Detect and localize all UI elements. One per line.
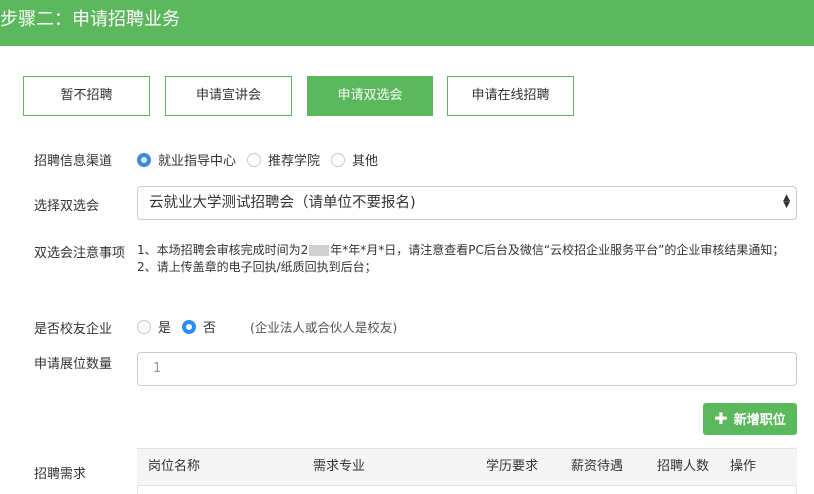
channel-label: 招聘信息渠道 (34, 154, 113, 169)
redaction-mask (309, 245, 330, 256)
radio-checked-icon[interactable] (137, 152, 151, 167)
notice-line-1-end: 年*年*月*日，请注意查看PC后台及微信“云校招企业服务平台”的企业审核结果通知… (330, 243, 785, 257)
channel-option-label: 推荐学院 (268, 154, 321, 169)
tab-online-recruit[interactable]: 申请在线招聘 (447, 76, 574, 116)
tab-job-fair[interactable]: 申请双选会 (307, 76, 433, 116)
booth-count-input[interactable]: 1 (137, 352, 797, 386)
column-header: 操作 (730, 459, 757, 474)
alumni-option-label: 是 (158, 321, 172, 336)
column-header: 需求专业 (313, 459, 366, 474)
channel-option-label: 就业指导中心 (158, 154, 237, 169)
alumni-option-label: 否 (203, 321, 217, 336)
radio-unchecked-icon[interactable] (137, 319, 151, 334)
alumni-label: 是否校友企业 (34, 322, 113, 337)
radio-unchecked-icon[interactable] (247, 152, 262, 167)
channel-option-college[interactable]: 推荐学院 (247, 150, 320, 169)
alumni-option-no[interactable]: 否 (182, 317, 216, 336)
alumni-radio-group: 是 否 (企业法人或合伙人是校友) (137, 317, 397, 336)
column-header: 招聘人数 (657, 459, 710, 474)
notice-line-1: 1、本场招聘会审核完成时间为2 年*年*月*日，请注意查看PC后台及微信“云校招企… (137, 242, 803, 259)
select-arrows-icon: ▲ ▼ (783, 193, 790, 210)
demand-table-body (137, 486, 797, 494)
tab-no-recruit[interactable]: 暂不招聘 (23, 76, 150, 116)
add-position-label: 新增职位 (733, 413, 786, 428)
add-position-button[interactable]: ✚ 新增职位 (703, 403, 797, 435)
column-header: 岗位名称 (148, 459, 201, 474)
page-header: 步骤二：申请招聘业务 (0, 0, 814, 46)
notice-line-1-start: 1、本场招聘会审核完成时间为2 (137, 243, 309, 257)
notice-text: 1、本场招聘会审核完成时间为2 年*年*月*日，请注意查看PC后台及微信“云校招企… (137, 242, 803, 276)
column-header: 薪资待遇 (571, 459, 624, 474)
notice-label: 双选会注意事项 (34, 246, 126, 261)
fair-select-label: 选择双选会 (34, 199, 100, 214)
radio-unchecked-icon[interactable] (331, 152, 346, 167)
channel-option-center[interactable]: 就业指导中心 (137, 150, 236, 169)
channel-option-label: 其他 (352, 154, 379, 169)
tab-presentation[interactable]: 申请宣讲会 (165, 76, 292, 116)
alumni-hint: (企业法人或合伙人是校友) (250, 320, 398, 335)
notice-line-2: 2、请上传盖章的电子回执/纸质回执到后台； (137, 260, 377, 274)
demand-table-header: 岗位名称 需求专业 学历要求 薪资待遇 招聘人数 操作 (137, 448, 797, 486)
channel-option-other[interactable]: 其他 (331, 150, 378, 169)
channel-radio-group: 就业指导中心 推荐学院 其他 (137, 150, 389, 169)
page-title: 步骤二：申请招聘业务 (0, 9, 180, 30)
plus-icon: ✚ (714, 409, 728, 428)
radio-checked-icon[interactable] (182, 319, 197, 334)
fair-select-value: 云就业大学测试招聘会（请单位不要报名) (149, 195, 416, 211)
column-header: 学历要求 (486, 459, 539, 474)
fair-select[interactable]: 云就业大学测试招聘会（请单位不要报名) ▲ ▼ (137, 186, 797, 220)
booth-count-label: 申请展位数量 (34, 357, 113, 372)
alumni-option-yes[interactable]: 是 (137, 317, 171, 336)
demand-label: 招聘需求 (34, 467, 87, 482)
